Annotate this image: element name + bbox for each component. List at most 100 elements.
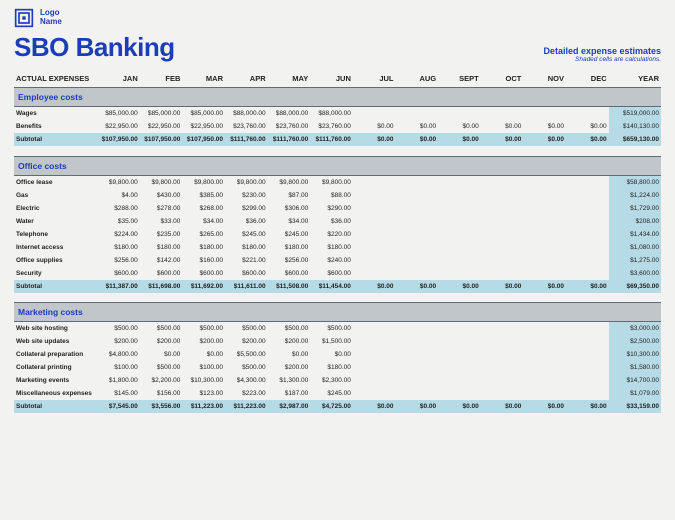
subtotal-cell: $11,454.00 [310,280,353,293]
table-row: Miscellaneous expenses$145.00$156.00$123… [14,387,661,400]
cell: $500.00 [97,322,140,336]
cell: $180.00 [140,241,183,254]
cell: $33.00 [140,215,183,228]
cell: $430.00 [140,189,183,202]
cell [353,335,396,348]
year-cell: $1,275.00 [609,254,661,267]
col-mar: MAR [182,71,225,88]
table-row: Web site updates$200.00$200.00$200.00$20… [14,335,661,348]
row-label: Office supplies [14,254,97,267]
cell: $9,800.00 [97,175,140,189]
subtotal-year: $33,159.00 [609,400,661,413]
subtotal-cell: $0.00 [523,400,566,413]
cell: $23,760.00 [225,120,268,133]
subtotal-cell: $111,760.00 [310,133,353,146]
cell: $88.00 [310,189,353,202]
cell: $4.00 [97,189,140,202]
cell: $200.00 [140,335,183,348]
subtotal-cell: $4,725.00 [310,400,353,413]
cell [438,254,481,267]
cell [396,202,439,215]
cell [481,228,524,241]
cell: $23,760.00 [310,120,353,133]
cell: $0.00 [268,348,311,361]
cell: $87.00 [268,189,311,202]
cell: $0.00 [182,348,225,361]
subtotal-cell: $0.00 [396,400,439,413]
cell [566,374,609,387]
row-label: Web site hosting [14,322,97,336]
table-row: Wages$85,000.00$85,000.00$85,000.00$88,0… [14,107,661,121]
cell: $100.00 [182,361,225,374]
cell: $600.00 [97,267,140,280]
subtotal-cell: $111,760.00 [268,133,311,146]
row-label: Marketing events [14,374,97,387]
cell: $245.00 [310,387,353,400]
cell [523,335,566,348]
subtotal-cell: $11,611.00 [225,280,268,293]
col-jul: JUL [353,71,396,88]
section-header: Employee costs [14,88,661,107]
cell: $200.00 [268,361,311,374]
table-row: Telephone$224.00$235.00$265.00$245.00$24… [14,228,661,241]
cell: $2,300.00 [310,374,353,387]
cell: $160.00 [182,254,225,267]
cell: $88,000.00 [310,107,353,121]
subtotal-cell: $11,508.00 [268,280,311,293]
cell [566,335,609,348]
cell: $245.00 [225,228,268,241]
cell: $85,000.00 [140,107,183,121]
subtotal-cell: $0.00 [438,280,481,293]
cell [396,254,439,267]
cell: $0.00 [310,348,353,361]
cell: $88,000.00 [225,107,268,121]
cell: $36.00 [225,215,268,228]
subtotal-cell: $2,987.00 [268,400,311,413]
subtotal-cell: $0.00 [353,133,396,146]
row-label: Benefits [14,120,97,133]
cell [396,322,439,336]
cell [523,228,566,241]
header: Logo Name [14,8,661,28]
subtotal-label: Subtotal [14,280,97,293]
cell: $2,200.00 [140,374,183,387]
col-nov: NOV [523,71,566,88]
cell: $9,800.00 [268,175,311,189]
cell [353,348,396,361]
cell: $9,800.00 [225,175,268,189]
year-cell: $1,729.00 [609,202,661,215]
cell: $500.00 [268,322,311,336]
table-row: Internet access$180.00$180.00$180.00$180… [14,241,661,254]
subtotal-label: Subtotal [14,133,97,146]
subtotal-label: Subtotal [14,400,97,413]
cell: $200.00 [268,335,311,348]
cell [523,387,566,400]
cell: $180.00 [182,241,225,254]
cell: $1,500.00 [310,335,353,348]
cell: $180.00 [97,241,140,254]
year-cell: $1,224.00 [609,189,661,202]
cell: $34.00 [268,215,311,228]
cell: $22,950.00 [140,120,183,133]
cell [353,215,396,228]
cell: $600.00 [182,267,225,280]
cell [438,107,481,121]
year-cell: $10,300.00 [609,348,661,361]
col-jun: JUN [310,71,353,88]
cell: $385.00 [182,189,225,202]
row-label: Miscellaneous expenses [14,387,97,400]
cell [438,175,481,189]
cell: $600.00 [268,267,311,280]
cell: $180.00 [268,241,311,254]
row-label: Electric [14,202,97,215]
subtitle-2: Shaded cells are calculations. [543,56,661,63]
cell: $221.00 [225,254,268,267]
row-label: Office lease [14,175,97,189]
subtotal-cell: $11,387.00 [97,280,140,293]
cell: $500.00 [225,322,268,336]
cell: $4,800.00 [97,348,140,361]
cell [481,348,524,361]
cell: $36.00 [310,215,353,228]
table-row: Collateral preparation$4,800.00$0.00$0.0… [14,348,661,361]
cell [481,175,524,189]
